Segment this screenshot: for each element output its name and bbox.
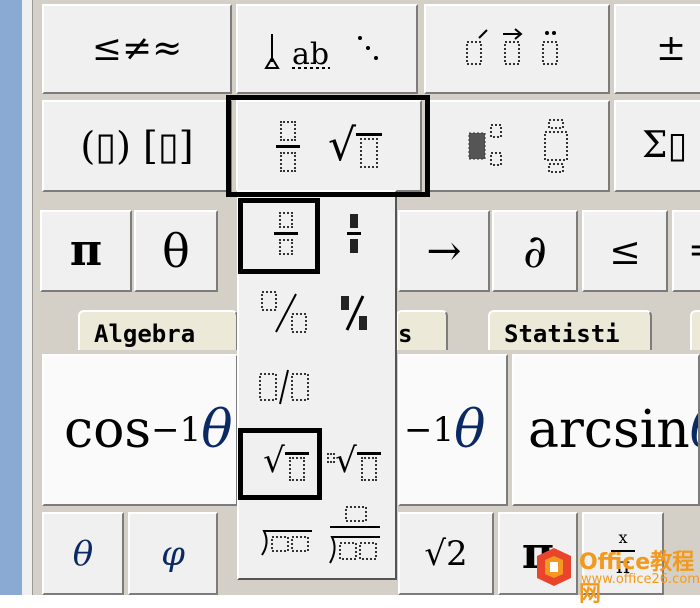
tab-derivations[interactable]: s — [396, 310, 448, 350]
window-border — [22, 0, 33, 595]
less-equal-label: ≤ — [609, 229, 641, 273]
pi-button[interactable]: π — [40, 210, 132, 292]
long-division-quotient-icon — [329, 506, 380, 564]
subscript-superscript-templates-button[interactable] — [426, 100, 610, 192]
inverse-cosine-template[interactable]: cos −1 θ — [42, 354, 238, 506]
small-slash-fraction-item[interactable] — [319, 282, 389, 344]
full-size-slash-fraction-item[interactable] — [251, 282, 321, 344]
embellishments-icon — [466, 28, 558, 65]
long-division-icon — [261, 530, 312, 556]
relational-symbols-label: ≤≠≈ — [91, 28, 183, 69]
equals-button[interactable]: = — [672, 210, 700, 292]
fraction-radical-dropdown: √ √ — [237, 190, 397, 580]
nth-root-item-icon: √ — [327, 441, 381, 481]
small-slash-fraction-icon — [341, 295, 367, 331]
square-root-item[interactable]: √ — [251, 430, 321, 492]
small-fraction-icon — [347, 213, 361, 253]
partial-derivative-label: ∂ — [523, 224, 547, 278]
tab-algebra[interactable]: Algebra — [78, 310, 238, 350]
slash-fraction-item[interactable] — [251, 356, 321, 418]
watermark-url: www.office26.com — [581, 572, 700, 587]
arcsin-template[interactable]: arcsinθ — [512, 354, 700, 506]
fraction-radical-templates-button[interactable]: √ — [236, 100, 422, 192]
summation-templates-label: Σ▯ — [642, 125, 688, 166]
sqrt-two-button[interactable]: √2 — [398, 512, 494, 595]
phi-button[interactable]: φ — [128, 512, 218, 595]
spaces-ellipses-button[interactable]: ab — [236, 4, 418, 94]
tab-derivations-label: s — [398, 320, 413, 348]
tab-more[interactable] — [690, 310, 700, 350]
full-size-fraction-item[interactable] — [251, 202, 321, 264]
office-logo-icon — [537, 548, 571, 586]
sqrt-two-label: √2 — [424, 533, 468, 574]
theta-label: θ — [162, 224, 190, 278]
cos-text: cos — [64, 400, 152, 460]
tab-statistics-label: Statisti — [504, 320, 620, 348]
theta-button[interactable]: θ — [134, 210, 218, 292]
arrow-button[interactable]: → — [398, 210, 490, 292]
arrow-label: → — [426, 226, 462, 275]
theta-small-label: θ — [72, 533, 94, 574]
relational-symbols-button[interactable]: ≤≠≈ — [42, 4, 232, 94]
cos-exponent: −1 — [151, 410, 202, 450]
long-division-item[interactable] — [251, 510, 321, 572]
tab-statistics[interactable]: Statisti — [488, 310, 652, 350]
full-size-slash-fraction-icon — [261, 291, 307, 333]
full-size-fraction-icon — [274, 211, 298, 255]
svg-text:ab: ab — [292, 37, 329, 72]
window-edge — [0, 0, 22, 595]
operators-label: ± — [656, 28, 687, 69]
inverse-function-template[interactable]: −1 θ — [398, 354, 508, 506]
arcsin-variable: θ — [690, 400, 698, 460]
summation-templates-button[interactable]: Σ▯ — [614, 100, 700, 192]
arcsin-text: arcsin — [528, 400, 690, 460]
cos-variable: θ — [201, 400, 233, 460]
inverse-exponent: −1 — [404, 410, 455, 450]
small-fraction-item[interactable] — [319, 202, 389, 264]
spaces-ellipses-icon: ab — [264, 34, 378, 72]
limit-template-icon — [544, 119, 568, 173]
watermark-logo: Office教程网 www.office26.com — [533, 540, 700, 607]
partial-derivative-button[interactable]: ∂ — [492, 210, 578, 292]
equals-label: = — [688, 233, 700, 269]
fraction-icon — [275, 120, 300, 172]
theta-small-button[interactable]: θ — [42, 512, 124, 595]
pi-label: π — [69, 225, 103, 276]
square-root-icon: √ — [328, 124, 383, 168]
tab-algebra-label: Algebra — [94, 320, 196, 348]
fence-templates-label: (▯) [▯] — [80, 124, 194, 168]
fence-templates-button[interactable]: (▯) [▯] — [42, 100, 232, 192]
nth-root-item[interactable]: √ — [319, 430, 389, 492]
square-root-item-icon: √ — [263, 441, 309, 481]
less-equal-button[interactable]: ≤ — [582, 210, 668, 292]
long-division-quotient-item[interactable] — [319, 502, 389, 574]
subscript-template-icon — [468, 124, 502, 166]
embellishments-button[interactable] — [424, 4, 610, 94]
operators-button[interactable]: ± — [614, 4, 700, 94]
inverse-variable: θ — [454, 400, 486, 460]
slash-fraction-icon — [259, 369, 309, 405]
phi-label: φ — [161, 533, 185, 574]
